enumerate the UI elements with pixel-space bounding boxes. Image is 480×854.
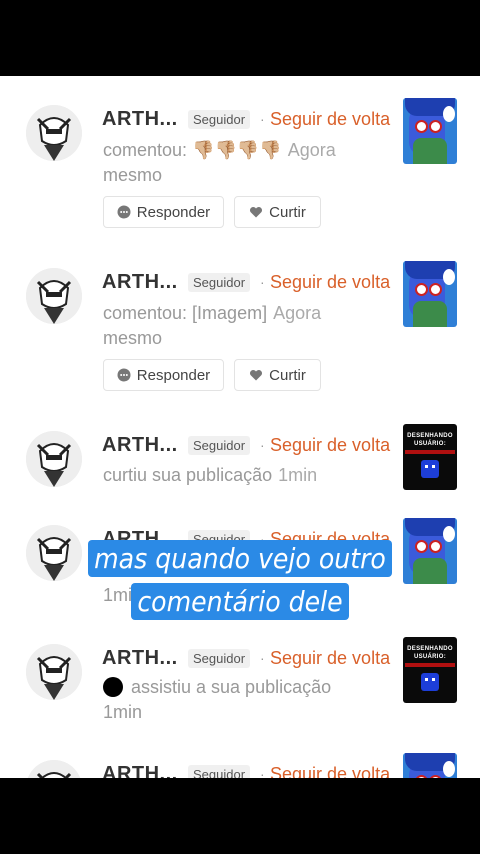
username[interactable]: ARTH... (102, 763, 178, 778)
username[interactable]: ARTH... (102, 108, 178, 131)
caption-text: mas quando vejo outro comentário dele (88, 540, 392, 620)
thumbnail-title: DESENHANDO USUÁRIO: (407, 646, 453, 660)
reply-button[interactable]: Responder (103, 196, 224, 228)
follow-back-link[interactable]: Seguir de volta (270, 648, 390, 669)
heart-icon (249, 368, 263, 382)
separator-dot: · (260, 650, 265, 666)
follower-badge: Seguidor (188, 765, 251, 778)
post-thumbnail[interactable] (403, 261, 457, 327)
username[interactable]: ARTH... (102, 434, 178, 457)
thumbnail-title: DESENHANDO USUÁRIO: (407, 433, 453, 447)
timestamp-continued: mesmo (103, 328, 163, 348)
post-thumbnail[interactable] (403, 753, 457, 778)
follow-back-link[interactable]: Seguir de volta (270, 272, 390, 293)
reply-button[interactable]: Responder (103, 359, 224, 391)
black-circle-icon (103, 677, 123, 697)
follower-badge: Seguidor (188, 273, 251, 292)
like-label: Curtir (269, 203, 306, 221)
notifications-screen: ARTH... Seguidor · Seguir de volta comen… (0, 76, 480, 778)
username[interactable]: ARTH... (102, 271, 178, 294)
follow-back-link[interactable]: Seguir de volta (270, 109, 390, 130)
like-button[interactable]: Curtir (234, 359, 321, 391)
like-label: Curtir (269, 366, 306, 384)
comment-icon (117, 205, 131, 219)
reply-label: Responder (136, 366, 211, 384)
separator-dot: · (260, 766, 265, 778)
video-caption-overlay: mas quando vejo outro comentário dele (64, 540, 416, 626)
separator-dot: · (260, 111, 265, 127)
post-thumbnail[interactable]: DESENHANDO USUÁRIO: (403, 424, 457, 490)
timestamp: Agora (287, 140, 336, 160)
separator-dot: · (260, 274, 265, 290)
activity-text: comentou: 👎🏼👎🏼👎🏼👎🏼 Agora (103, 140, 336, 160)
follower-badge: Seguidor (188, 649, 251, 668)
follow-back-link[interactable]: Seguir de volta (270, 764, 390, 778)
avatar[interactable] (26, 431, 82, 487)
activity-text: comentou: [Imagem] Agora (103, 303, 322, 323)
timestamp: 1min (278, 465, 318, 485)
post-thumbnail[interactable]: DESENHANDO USUÁRIO: (403, 637, 457, 703)
avatar[interactable] (26, 268, 82, 324)
like-button[interactable]: Curtir (234, 196, 321, 228)
reply-label: Responder (136, 203, 211, 221)
avatar[interactable] (26, 760, 82, 778)
timestamp-continued: mesmo (103, 165, 163, 185)
activity-text: assistiu a sua publicação (103, 677, 331, 698)
activity-text: curtiu sua publicação 1min (103, 465, 318, 485)
post-thumbnail[interactable] (403, 98, 457, 164)
timestamp: 1min (103, 702, 143, 722)
avatar[interactable] (26, 644, 82, 700)
comment-icon (117, 368, 131, 382)
follower-badge: Seguidor (188, 436, 251, 455)
username[interactable]: ARTH... (102, 647, 178, 670)
follow-back-link[interactable]: Seguir de volta (270, 435, 390, 456)
separator-dot: · (260, 437, 265, 453)
avatar[interactable] (26, 105, 82, 161)
timestamp: Agora (273, 303, 322, 323)
follower-badge: Seguidor (188, 110, 251, 129)
heart-icon (249, 205, 263, 219)
